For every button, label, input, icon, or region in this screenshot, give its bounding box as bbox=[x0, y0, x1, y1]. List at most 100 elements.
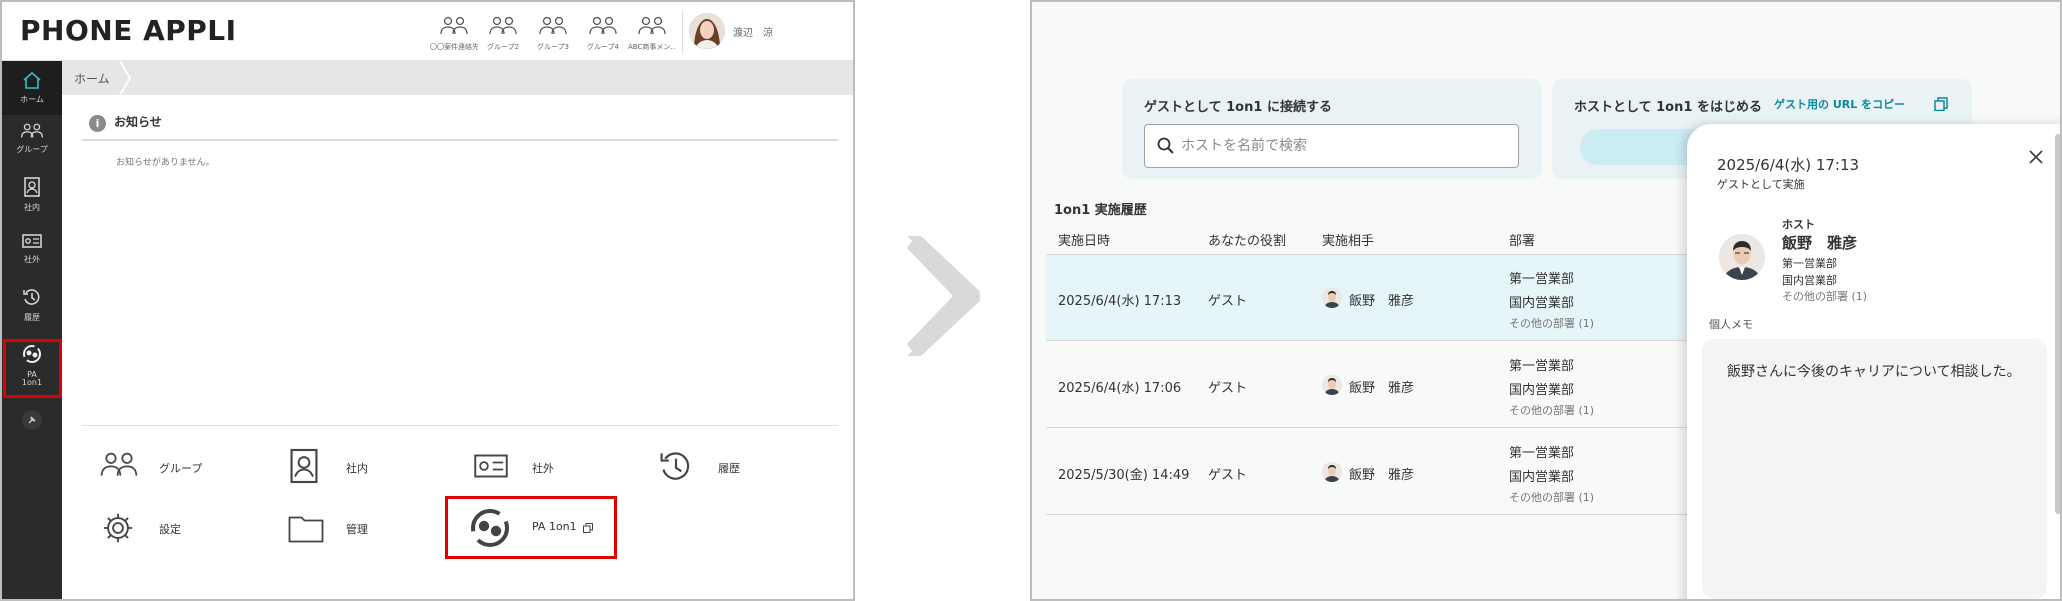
panel-dept1: 第一営業部 bbox=[1782, 257, 1837, 270]
tile-admin[interactable]: 管理 bbox=[288, 505, 438, 553]
history-title: 1on1 実施履歴 bbox=[1054, 203, 1147, 218]
header-group-1[interactable]: 〇〇案件連絡先 bbox=[430, 16, 478, 52]
panel-role: ゲストとして実施 bbox=[1717, 178, 1805, 191]
sidebar-item-pin[interactable] bbox=[2, 409, 62, 441]
sidebar-pa-highlight bbox=[3, 339, 62, 398]
group-icon bbox=[21, 123, 43, 138]
group-icon bbox=[589, 16, 617, 35]
after-screen: ゲストとして 1on1 に接続する ホストとして 1on1 をはじめる ゲスト用… bbox=[1030, 0, 2062, 601]
row-partner: 飯野 雅彦 bbox=[1349, 381, 1415, 396]
panel-host-name[interactable]: 飯野 雅彦 bbox=[1782, 232, 1857, 253]
row-partner: 飯野 雅彦 bbox=[1349, 468, 1415, 483]
tile-internal[interactable]: 社内 bbox=[288, 444, 438, 492]
sidebar-label: 社外 bbox=[24, 255, 40, 264]
tile-history[interactable]: 履歴 bbox=[658, 444, 808, 492]
header-divider bbox=[682, 10, 683, 54]
header-group-2[interactable]: グループ2 bbox=[479, 16, 527, 52]
header-group-4[interactable]: グループ4 bbox=[579, 16, 627, 52]
panel-scrollbar[interactable] bbox=[2055, 134, 2060, 514]
header-group-label: グループ3 bbox=[536, 43, 570, 51]
memo-box[interactable]: 飯野さんに今後のキャリアについて相談した。 bbox=[1702, 339, 2047, 599]
host-search-box[interactable] bbox=[1144, 124, 1519, 168]
group-icon bbox=[539, 16, 567, 35]
notice-empty-text: お知らせがありません。 bbox=[116, 158, 215, 168]
header-group-5[interactable]: ABC商事メン… bbox=[628, 16, 676, 52]
group-icon bbox=[100, 452, 138, 476]
gear-icon bbox=[103, 513, 133, 543]
chevron-right-icon bbox=[119, 61, 132, 95]
row-dept2: 国内営業部 bbox=[1509, 296, 1575, 311]
notice-divider bbox=[82, 139, 838, 141]
detail-panel: 2025/6/4(水) 17:13 ゲストとして実施 ホスト 飯野 雅彦 第一営… bbox=[1687, 124, 2060, 599]
group-icon bbox=[489, 16, 517, 35]
header-group-label: ABC商事メン… bbox=[628, 43, 676, 51]
row-dept-more[interactable]: その他の部署 (1) bbox=[1509, 402, 1594, 418]
tile-label: 社内 bbox=[346, 462, 368, 475]
sidebar-item-history[interactable]: 履歴 bbox=[2, 287, 62, 335]
header-group-3[interactable]: グループ3 bbox=[529, 16, 577, 52]
sidebar-item-internal[interactable]: 社内 bbox=[2, 177, 62, 225]
sidebar-item-home[interactable]: ホーム bbox=[2, 61, 62, 115]
pin-icon bbox=[22, 410, 42, 430]
host-card-title: ホストとして 1on1 をはじめる bbox=[1574, 100, 1762, 115]
history-icon bbox=[660, 452, 690, 480]
row-dept1: 第一営業部 bbox=[1509, 446, 1575, 461]
row-dept-more[interactable]: その他の部署 (1) bbox=[1509, 489, 1594, 505]
history-icon bbox=[23, 289, 40, 305]
before-screen: PHONE APPLI 〇〇案件連絡先 グループ2 グループ3 グループ4 AB… bbox=[0, 0, 855, 601]
host-search-input[interactable] bbox=[1181, 135, 1501, 157]
sidebar-item-external[interactable]: 社外 bbox=[2, 233, 62, 281]
tile-label: 管理 bbox=[346, 523, 368, 536]
external-card-icon bbox=[474, 454, 508, 478]
row-dept2: 国内営業部 bbox=[1509, 470, 1575, 485]
panel-dept-more[interactable]: その他の部署 (1) bbox=[1782, 288, 1867, 304]
user-avatar[interactable] bbox=[689, 13, 725, 49]
info-icon: i bbox=[89, 115, 106, 132]
row-role: ゲスト bbox=[1208, 468, 1248, 483]
header-group-label: グループ2 bbox=[486, 43, 520, 51]
partner-avatar bbox=[1322, 375, 1342, 395]
memo-text: 飯野さんに今後のキャリアについて相談した。 bbox=[1727, 364, 2021, 380]
tile-label: 履歴 bbox=[718, 462, 740, 475]
tile-pa-highlight bbox=[445, 496, 617, 559]
row-dept1: 第一営業部 bbox=[1509, 359, 1575, 374]
panel-date: 2025/6/4(水) 17:13 bbox=[1717, 156, 1860, 174]
group-icon bbox=[638, 16, 666, 35]
tile-group[interactable]: グループ bbox=[99, 444, 249, 492]
partner-avatar bbox=[1322, 288, 1342, 308]
column-role: あなたの役割 bbox=[1208, 234, 1287, 249]
row-role: ゲスト bbox=[1208, 294, 1248, 309]
tile-external[interactable]: 社外 bbox=[473, 444, 623, 492]
sidebar-item-group[interactable]: グループ bbox=[2, 123, 62, 171]
tile-settings[interactable]: 設定 bbox=[99, 505, 249, 553]
row-date: 2025/6/4(水) 17:06 bbox=[1058, 381, 1182, 396]
guest-card-title: ゲストとして 1on1 に接続する bbox=[1144, 100, 1332, 115]
close-icon[interactable] bbox=[2025, 146, 2047, 168]
row-dept2: 国内営業部 bbox=[1509, 383, 1575, 398]
column-partner: 実施相手 bbox=[1322, 234, 1375, 249]
tiles-divider bbox=[82, 425, 838, 426]
copy-guest-url-link[interactable]: ゲスト用の URL をコピー bbox=[1774, 96, 1905, 112]
row-date: 2025/6/4(水) 17:13 bbox=[1058, 294, 1182, 309]
breadcrumb-home[interactable]: ホーム bbox=[74, 70, 110, 87]
app-logo: PHONE APPLI bbox=[20, 14, 237, 47]
folder-icon bbox=[288, 516, 324, 543]
partner-avatar bbox=[1322, 462, 1342, 482]
header-group-label: 〇〇案件連絡先 bbox=[430, 43, 478, 51]
column-dept: 部署 bbox=[1509, 234, 1536, 249]
search-icon bbox=[1157, 137, 1174, 154]
external-card-icon bbox=[22, 234, 42, 248]
sidebar-label: グループ bbox=[16, 145, 48, 154]
tile-label: 社外 bbox=[532, 462, 554, 475]
guest-connect-card: ゲストとして 1on1 に接続する bbox=[1122, 79, 1542, 179]
host-avatar bbox=[1719, 234, 1765, 280]
copy-icon[interactable] bbox=[1934, 97, 1948, 111]
sidebar-label: 履歴 bbox=[24, 313, 40, 322]
tile-label: 設定 bbox=[159, 523, 181, 536]
user-name: 渡辺 涼 bbox=[733, 28, 773, 39]
memo-label: 個人メモ bbox=[1709, 318, 1753, 331]
row-dept-more[interactable]: その他の部署 (1) bbox=[1509, 315, 1594, 331]
row-date: 2025/5/30(金) 14:49 bbox=[1058, 468, 1190, 483]
column-date: 実施日時 bbox=[1058, 234, 1111, 249]
sidebar-label: 社内 bbox=[24, 203, 40, 212]
